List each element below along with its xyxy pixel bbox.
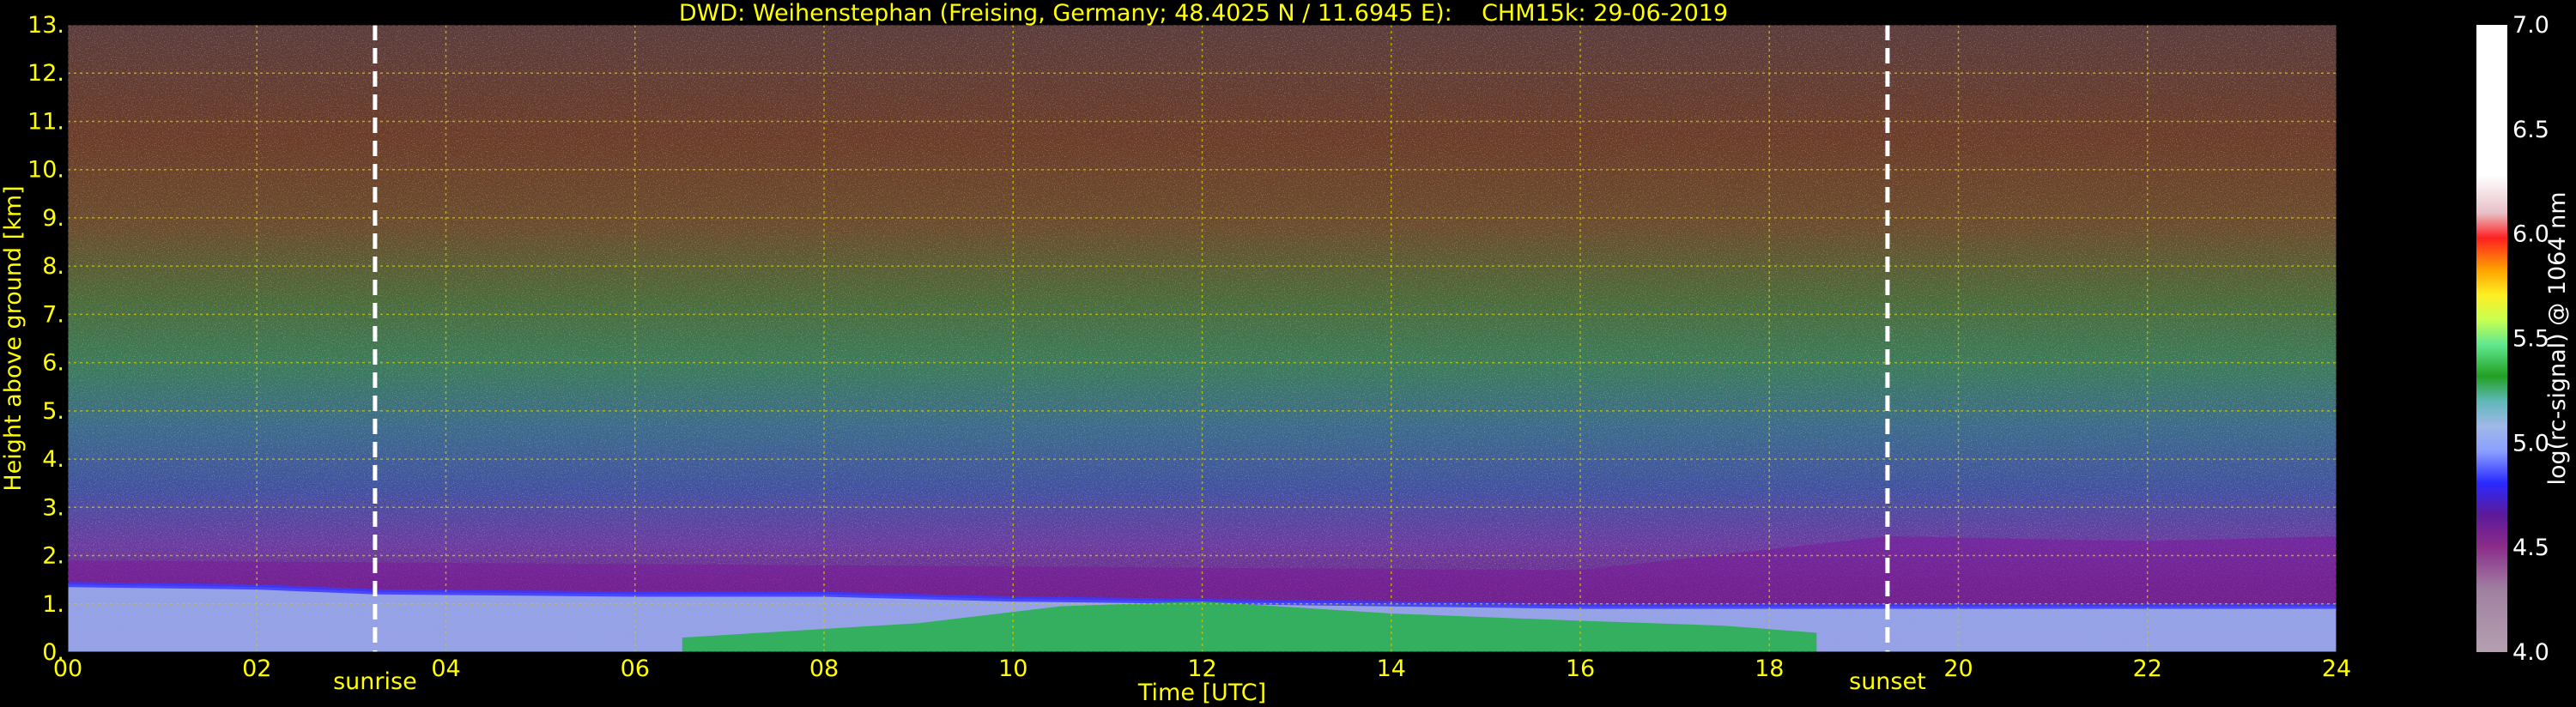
x-tick-label: 24 (2322, 656, 2351, 682)
y-tick-label: 7. (42, 301, 64, 328)
colorbar-label: log(rc-signal) @ 1064 nm (2544, 191, 2571, 485)
x-tick-label: 18 (1755, 656, 1784, 682)
colorbar-tick-label: 4.5 (2512, 535, 2549, 561)
x-tick-label: 04 (431, 656, 460, 682)
y-tick-label: 9. (42, 205, 64, 232)
y-tick-label: 3. (42, 494, 64, 521)
y-tick-label: 12. (27, 60, 64, 87)
x-tick-label: 20 (1943, 656, 1973, 682)
y-tick-label: 5. (42, 398, 64, 425)
y-tick-label: 13. (27, 12, 64, 39)
y-tick-label: 2. (42, 543, 64, 570)
x-axis-label: Time [UTC] (1137, 680, 1266, 706)
y-tick-label: 6. (42, 350, 64, 377)
x-tick-label: 02 (242, 656, 271, 682)
x-tick-label: 00 (53, 656, 82, 682)
y-tick-label: 4. (42, 446, 64, 473)
x-tick-label: 12 (1187, 656, 1216, 682)
colorbar-gradient (2476, 25, 2507, 652)
x-tick-label: 22 (2133, 656, 2162, 682)
colorbar-tick-label: 7.0 (2512, 12, 2549, 39)
plot-area (68, 25, 2337, 652)
x-tick-label: 10 (998, 656, 1027, 682)
y-tick-label: 1. (42, 591, 64, 618)
sun-labels: sunrise sunset (333, 668, 1926, 695)
x-tick-label: 14 (1377, 656, 1406, 682)
y-tick-label: 11. (27, 108, 64, 135)
y-tick-label: 10. (27, 157, 64, 184)
sunset-label: sunset (1849, 668, 1926, 695)
chart-title: DWD: Weihenstephan (Freising, Germany; 4… (679, 0, 1728, 27)
y-tick-label: 8. (42, 253, 64, 280)
x-tick-label: 16 (1566, 656, 1595, 682)
y-axis-ticks: 0.1.2.3.4.5.6.7.8.9.10.11.12.13. (27, 12, 64, 666)
colorbar-tick-label: 4.0 (2512, 639, 2549, 666)
colorbar: 4.04.55.05.56.06.57.0 log(rc-signal) @ 1… (2476, 12, 2571, 666)
x-tick-label: 06 (621, 656, 650, 682)
lidar-chart: 0.1.2.3.4.5.6.7.8.9.10.11.12.13. 00 02 04 0… (0, 0, 2571, 706)
y-axis-label: Height above ground [km] (0, 185, 27, 491)
sunrise-label: sunrise (333, 668, 417, 695)
colorbar-tick-label: 6.5 (2512, 117, 2549, 143)
x-tick-label: 08 (809, 656, 839, 682)
